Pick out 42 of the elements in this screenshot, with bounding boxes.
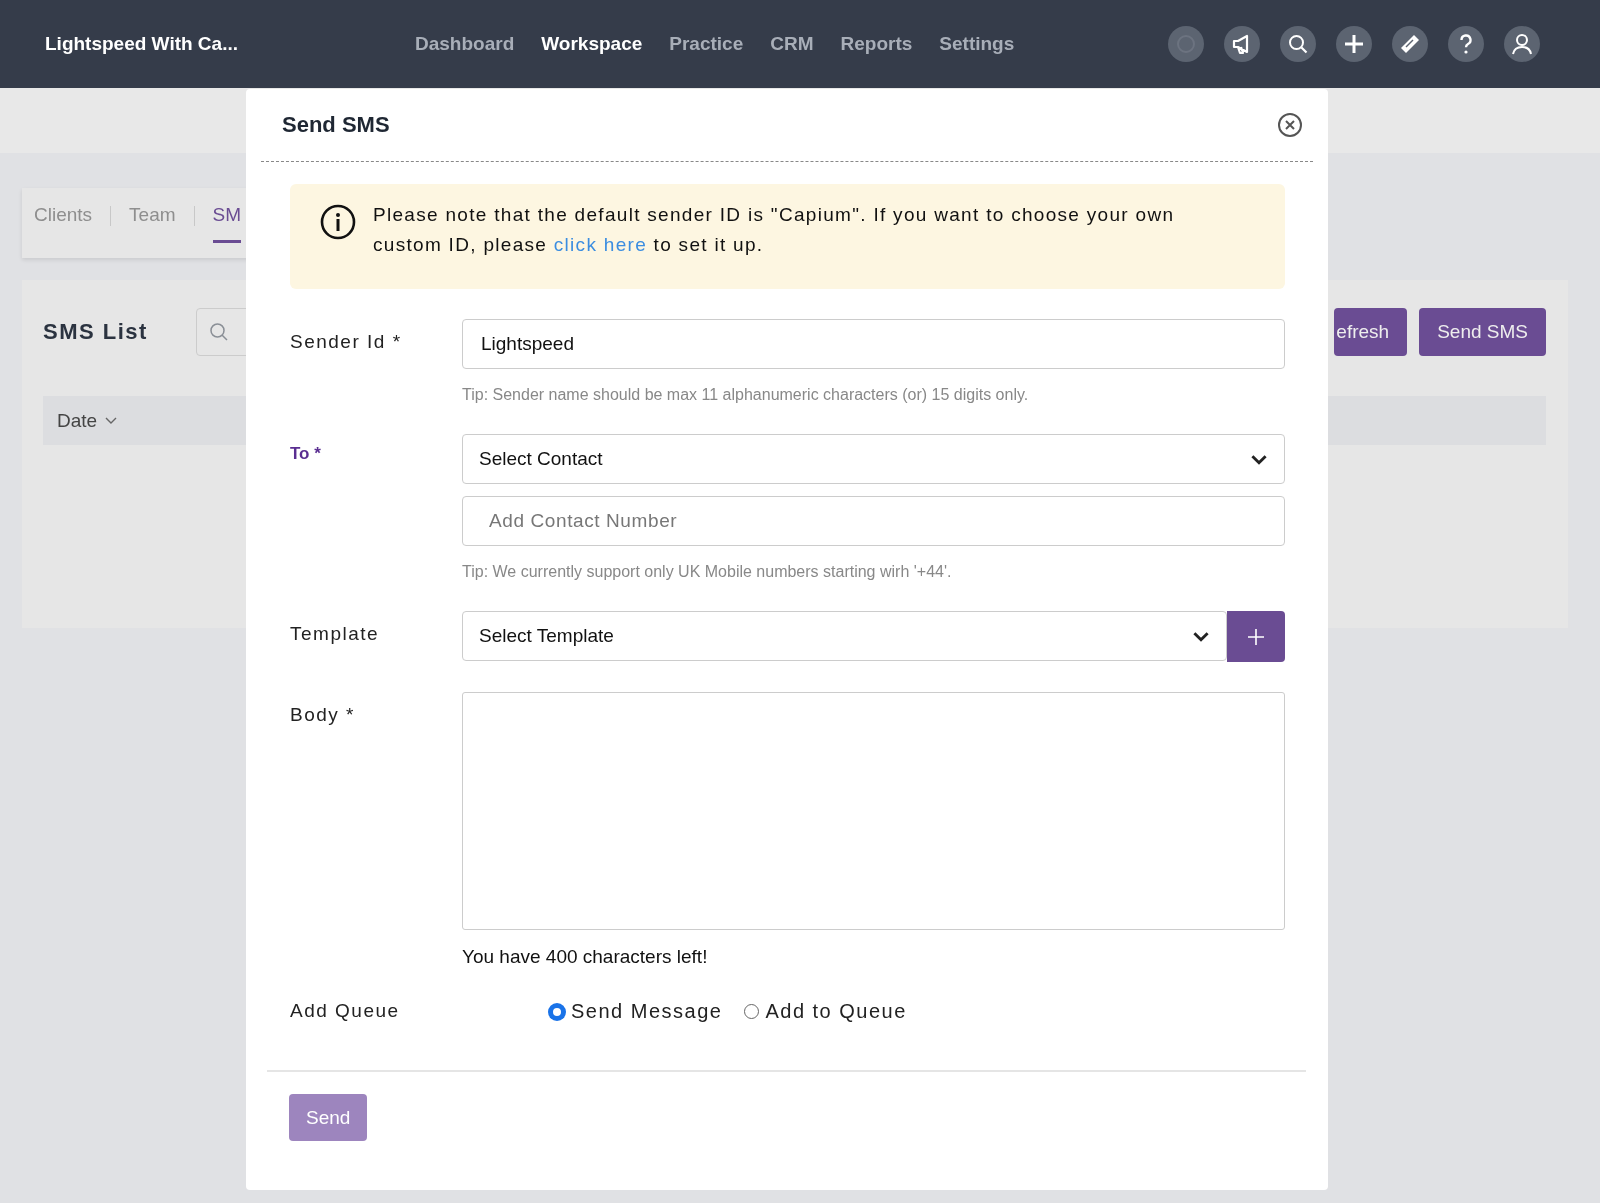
action-button[interactable]: efresh: [1334, 308, 1408, 356]
megaphone-icon[interactable]: [1224, 26, 1260, 62]
search-icon: [209, 322, 229, 342]
field-label: Add Queue: [290, 999, 401, 1023]
chevron-icon: [1192, 630, 1210, 642]
column-header[interactable]: Date: [57, 409, 118, 432]
tip-text: Tip: Sender name should be max 11 alphanumeric characters (or) 15 digits only.: [462, 386, 1030, 404]
field-label: Template: [290, 622, 381, 646]
body-field[interactable]: [462, 692, 1285, 930]
notice-text: Please note that the default sender ID is "Capium". If you want to choose your own custom ID, please click here to set it up.: [373, 203, 1176, 257]
search-icon[interactable]: [1280, 26, 1316, 62]
contact-number-field[interactable]: Add Contact Number: [462, 496, 1285, 546]
plus-icon: [1246, 626, 1266, 647]
nav-link[interactable]: Reports: [840, 33, 913, 55]
template-select[interactable]: Select Template: [462, 611, 1227, 661]
nav-link[interactable]: CRM: [770, 33, 814, 55]
app-title: Lightspeed With Ca...: [45, 33, 239, 55]
nav-link[interactable]: Practice: [669, 33, 744, 55]
chevron-icon: [1250, 453, 1268, 465]
close-icon[interactable]: [1277, 112, 1303, 138]
nav-link[interactable]: Dashboard: [415, 33, 515, 55]
user-icon[interactable]: [1504, 26, 1540, 62]
dialog-title: Send SMS: [282, 112, 390, 138]
chevron-icon: [105, 416, 118, 425]
add-template-button[interactable]: [1227, 611, 1285, 662]
field-label: Body *: [290, 703, 356, 727]
nav-link[interactable]: Settings: [939, 33, 1015, 55]
click-here-link[interactable]: click here: [553, 234, 647, 255]
action-button[interactable]: Send SMS: [1419, 308, 1546, 356]
add-icon[interactable]: [1336, 26, 1372, 62]
contact-select[interactable]: Select Contact: [462, 434, 1285, 484]
sender-id-field[interactable]: Lightspeed: [462, 319, 1285, 369]
list-title: SMS List: [43, 319, 149, 345]
character-counter: You have 400 characters left!: [462, 946, 709, 968]
ticket-icon[interactable]: [1392, 26, 1428, 62]
field-label: To *: [290, 443, 322, 465]
tab[interactable]: SM: [212, 204, 242, 243]
nav-link[interactable]: Workspace: [541, 33, 643, 55]
info-icon: [320, 204, 356, 240]
tip-text: Tip: We currently support only UK Mobile numbers starting wirh '+44'.: [462, 563, 953, 581]
help-icon[interactable]: [1448, 26, 1484, 62]
field-label: Sender Id *: [290, 330, 403, 354]
